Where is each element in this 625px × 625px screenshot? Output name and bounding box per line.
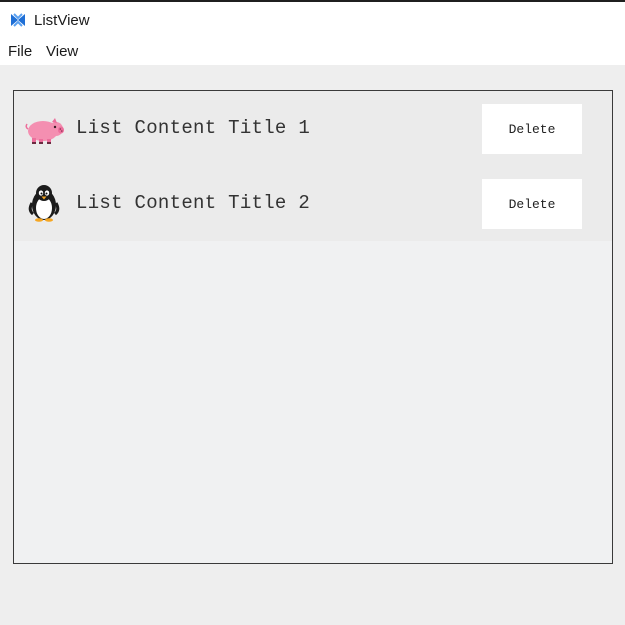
- delete-button[interactable]: Delete: [482, 179, 582, 229]
- delete-button[interactable]: Delete: [482, 104, 582, 154]
- window-title: ListView: [34, 12, 90, 29]
- list-items-container: List Content Title 1 Delete List Content…: [14, 91, 612, 241]
- list-view[interactable]: List Content Title 1 Delete List Content…: [13, 90, 613, 564]
- list-item[interactable]: List Content Title 1 Delete: [14, 91, 612, 166]
- list-item-title: List Content Title 1: [76, 117, 311, 139]
- menu-file[interactable]: File: [8, 43, 32, 60]
- list-item[interactable]: List Content Title 2 Delete: [14, 166, 612, 241]
- penguin-icon: [28, 185, 60, 222]
- menu-bar: File View: [0, 38, 625, 65]
- maui-logo-icon: [11, 13, 25, 27]
- pig-icon: [25, 118, 64, 144]
- list-item-title: List Content Title 2: [76, 192, 311, 214]
- menu-view[interactable]: View: [46, 43, 78, 60]
- title-bar: ListView: [0, 2, 625, 38]
- app-window: ListView File View List Content Title 1 …: [0, 0, 625, 625]
